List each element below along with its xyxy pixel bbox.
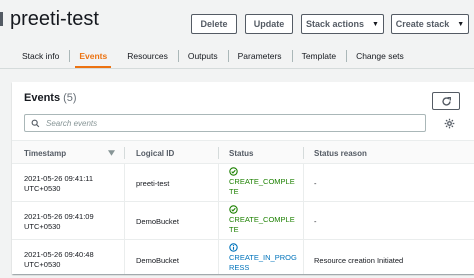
timestamp-zone: UTC+0530 — [24, 184, 61, 193]
table-row: 2021-05-26 09:41:09 UTC+0530 DemoBucket … — [12, 202, 474, 240]
page-header: preeti-test Delete Update Stack actions … — [0, 0, 474, 40]
sort-descending-icon[interactable] — [108, 150, 115, 156]
search-icon — [31, 119, 40, 127]
update-button-label: Update — [253, 19, 285, 29]
table-row: 2021-05-26 09:40:48 UTC+0530 DemoBucket … — [12, 240, 474, 278]
column-label: Logical ID — [136, 148, 175, 158]
status-text: CREATE_COMPLE — [229, 177, 295, 186]
stack-actions-label: Stack actions — [306, 19, 365, 29]
events-count: (5) — [63, 92, 77, 104]
tab-label: Change sets — [356, 51, 404, 61]
tab-template[interactable]: Template — [291, 44, 347, 68]
tab-change-sets[interactable]: Change sets — [346, 44, 414, 68]
tab-label: Template — [301, 51, 337, 61]
delete-button[interactable]: Delete — [191, 14, 237, 34]
column-label: Status — [229, 148, 254, 158]
timestamp-cell: 2021-05-26 09:41:09 UTC+0530 — [24, 212, 94, 232]
search-events-field[interactable] — [24, 114, 426, 132]
tab-events[interactable]: Events — [69, 44, 117, 68]
status-text-wrap: TE — [229, 225, 239, 234]
info-icon — [229, 243, 238, 252]
status-cell: CREATE_COMPLE TE — [229, 167, 295, 197]
update-button[interactable]: Update — [245, 14, 293, 34]
column-divider — [124, 164, 125, 274]
column-label: Status reason — [314, 148, 367, 158]
events-panel: Events (5) Timestamp Logical ID — [12, 82, 474, 274]
create-stack-label: Create stack — [395, 19, 450, 29]
tab-label: Stack info — [22, 51, 60, 61]
status-reason-cell: Resource creation Initiated — [314, 256, 404, 265]
timestamp-date: 2021-05-26 09:40:48 — [24, 250, 94, 259]
table-preferences-button[interactable] — [444, 116, 455, 134]
logical-id-cell: DemoBucket — [136, 256, 179, 265]
status-cell: CREATE_IN_PROG RESS — [229, 243, 297, 273]
delete-button-label: Delete — [200, 19, 228, 29]
tab-resources[interactable]: Resources — [117, 44, 178, 68]
status-text-wrap: RESS — [229, 263, 250, 272]
tab-outputs[interactable]: Outputs — [177, 44, 228, 68]
tab-label: Events — [79, 51, 108, 61]
column-header-status: Status — [229, 141, 253, 165]
timestamp-cell: 2021-05-26 09:40:48 UTC+0530 — [24, 250, 94, 270]
header-edge-marker — [0, 12, 3, 26]
tab-stack-info[interactable]: Stack info — [12, 44, 69, 68]
success-check-icon — [229, 205, 238, 214]
success-check-icon — [229, 167, 238, 176]
events-heading: Events (5) — [24, 92, 77, 104]
column-separator — [303, 147, 304, 159]
column-divider — [303, 164, 304, 274]
column-header-timestamp[interactable]: Timestamp — [24, 141, 66, 165]
tab-label: Outputs — [187, 51, 218, 61]
tab-parameters[interactable]: Parameters — [227, 44, 292, 68]
logical-id-cell: preeti-test — [136, 179, 170, 188]
status-reason-cell: - — [314, 179, 317, 188]
timestamp-date: 2021-05-26 09:41:09 — [24, 212, 94, 221]
refresh-button[interactable] — [432, 92, 460, 110]
caret-down-icon: ▼ — [457, 20, 465, 28]
refresh-icon — [441, 96, 451, 106]
status-text-wrap: TE — [229, 187, 239, 196]
search-input[interactable] — [46, 118, 406, 128]
column-divider — [218, 164, 219, 274]
timestamp-zone: UTC+0530 — [24, 222, 61, 231]
status-text: CREATE_IN_PROG — [229, 253, 297, 262]
column-separator — [124, 147, 125, 159]
stack-actions-button[interactable]: Stack actions ▼ — [301, 14, 384, 34]
stack-tabs: Stack info Events Resources Outputs Para… — [0, 44, 474, 68]
timestamp-cell: 2021-05-26 09:41:11 UTC+0530 — [24, 174, 93, 194]
caret-down-icon: ▼ — [372, 20, 379, 28]
column-label: Timestamp — [24, 148, 67, 158]
column-separator — [218, 147, 219, 159]
table-row: 2021-05-26 09:41:11 UTC+0530 preeti-test… — [12, 164, 474, 202]
events-title: Events — [24, 92, 61, 104]
column-header-status-reason: Status reason — [314, 141, 367, 165]
tab-label: Resources — [127, 51, 168, 61]
create-stack-button[interactable]: Create stack ▼ — [391, 14, 469, 34]
events-table-header: Timestamp Logical ID Status Status reaso… — [12, 140, 474, 164]
page-title: preeti-test — [10, 8, 99, 30]
status-text: CREATE_COMPLE — [229, 215, 295, 224]
timestamp-zone: UTC+0530 — [24, 260, 61, 269]
tabs-divider — [0, 68, 474, 69]
timestamp-date: 2021-05-26 09:41:11 — [24, 174, 94, 183]
status-reason-cell: - — [314, 217, 317, 226]
logical-id-cell: DemoBucket — [136, 217, 179, 226]
gear-icon — [444, 118, 455, 129]
status-cell: CREATE_COMPLE TE — [229, 205, 295, 235]
tab-label: Parameters — [237, 51, 282, 61]
column-header-logical-id: Logical ID — [136, 141, 174, 165]
